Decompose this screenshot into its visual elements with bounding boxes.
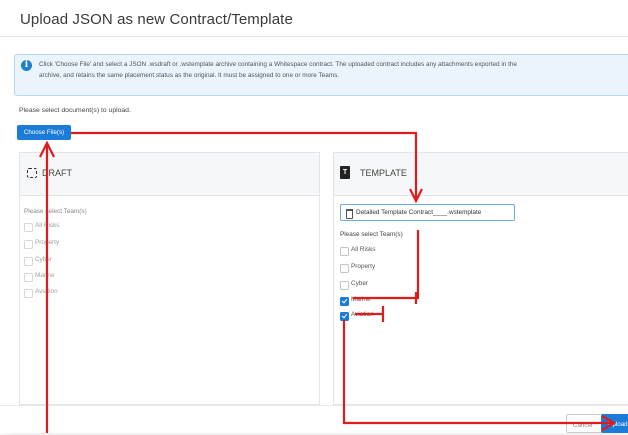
- checkbox-label: All Risks: [35, 222, 60, 229]
- draft-team-label: Please select Team(s): [24, 208, 87, 215]
- info-text: Click 'Choose File' and select a JSON .w…: [39, 59, 628, 81]
- selected-file-chip[interactable]: Detailed Template Contract____.wstemplat…: [340, 204, 515, 221]
- upload-button[interactable]: Upload: [601, 414, 628, 433]
- choose-files-button[interactable]: Choose File(s): [17, 125, 71, 140]
- select-documents-label: Please select document(s) to upload.: [19, 107, 131, 114]
- checkbox-label: Aviation: [351, 311, 374, 318]
- draft-icon: [27, 168, 37, 178]
- template-file-icon: T: [340, 166, 350, 179]
- checkbox-label: All Risks: [351, 246, 376, 253]
- selected-file-name: Detailed Template Contract____.wstemplat…: [356, 209, 482, 216]
- checkbox-label: Cyber: [35, 256, 53, 263]
- dialog-title: Upload JSON as new Contract/Template: [20, 11, 293, 28]
- trash-icon[interactable]: [346, 209, 353, 219]
- checkbox[interactable]: [340, 264, 349, 273]
- draft-title: DRAFT: [42, 168, 72, 178]
- checkbox-label: Aviation: [35, 288, 58, 295]
- checkbox[interactable]: [340, 281, 349, 290]
- checkbox[interactable]: [24, 240, 33, 249]
- checkbox-label: Marine: [35, 272, 55, 279]
- checkbox[interactable]: [340, 312, 349, 321]
- info-text-line-1: Click 'Choose File' and select a JSON .w…: [39, 61, 517, 68]
- template-panel-header: T TEMPLATE: [334, 153, 628, 196]
- checkbox-label: Marine: [351, 296, 371, 303]
- checkbox[interactable]: [24, 223, 33, 232]
- template-team-label: Please select Team(s): [340, 231, 403, 238]
- checkbox-label: Property: [35, 239, 60, 246]
- draft-panel: DRAFT Please select Team(s) All Risks Pr…: [19, 152, 320, 405]
- info-icon: i: [21, 60, 32, 71]
- template-panel: T TEMPLATE Detailed Template Contract___…: [333, 152, 628, 405]
- checkbox[interactable]: [340, 297, 349, 306]
- info-banner: i Click 'Choose File' and select a JSON …: [14, 54, 628, 96]
- checkbox[interactable]: [340, 247, 349, 256]
- dialog-footer: [0, 405, 628, 434]
- template-title: TEMPLATE: [360, 168, 407, 178]
- upload-dialog: Upload JSON as new Contract/Template i C…: [0, 0, 628, 433]
- checkbox-label: Cyber: [351, 280, 369, 287]
- checkbox[interactable]: [24, 289, 33, 298]
- draft-panel-header: DRAFT: [20, 153, 319, 196]
- checkbox[interactable]: [24, 257, 33, 266]
- dialog-header: Upload JSON as new Contract/Template: [0, 0, 628, 37]
- info-text-line-2: archive, and retains the same placement …: [39, 72, 340, 79]
- checkbox[interactable]: [24, 273, 33, 282]
- cancel-button[interactable]: Cancel: [566, 414, 606, 433]
- checkbox-label: Property: [351, 263, 376, 270]
